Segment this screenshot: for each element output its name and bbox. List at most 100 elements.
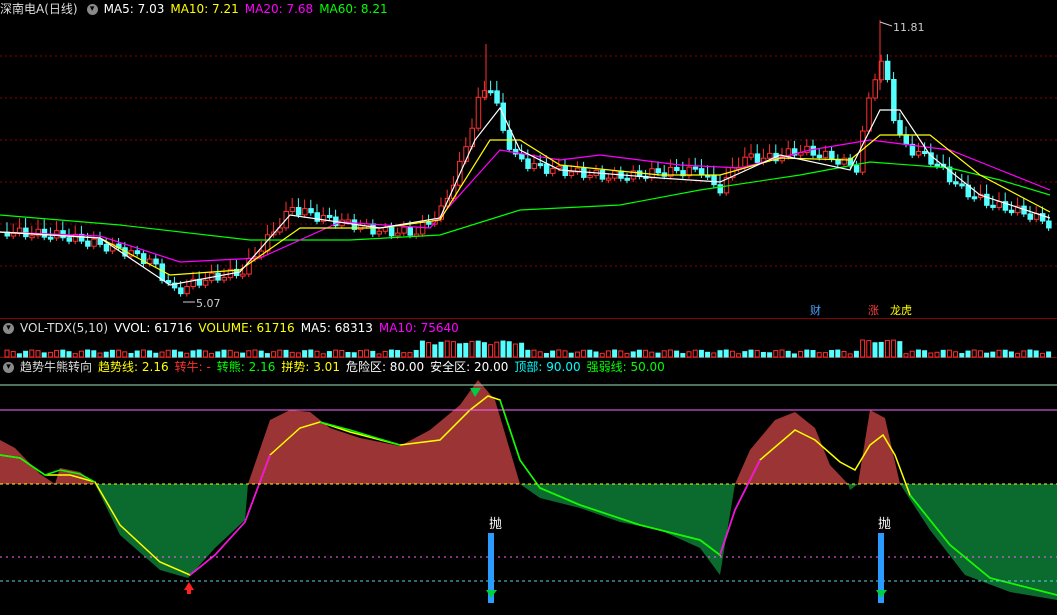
volume-bar	[866, 340, 872, 358]
volume-bar	[705, 351, 711, 358]
candlesticks	[4, 20, 1052, 297]
volume-bar	[872, 342, 878, 358]
volume-bar	[618, 350, 624, 358]
candle-body	[568, 171, 575, 176]
volume-bar	[928, 352, 934, 358]
candle-body	[376, 230, 382, 235]
volume-bar	[271, 351, 277, 358]
candle-body	[711, 175, 717, 186]
candle-body	[971, 196, 978, 200]
volume-bar	[692, 349, 698, 358]
volume-bar	[512, 343, 518, 358]
candle-body	[550, 168, 556, 174]
volume-bar	[736, 353, 742, 358]
volume-bar	[178, 351, 184, 358]
candle-body	[488, 90, 494, 94]
volume-bar	[97, 352, 103, 358]
volume-bar	[965, 350, 971, 358]
volume-bar	[16, 353, 22, 358]
candle-body	[674, 166, 680, 172]
volume-bar	[822, 352, 828, 358]
volume-bar	[649, 351, 655, 358]
volume-bar	[357, 350, 363, 358]
volume-bar	[4, 349, 10, 358]
candle-body	[326, 214, 333, 218]
volume-bar	[804, 349, 810, 358]
volume-bar	[878, 341, 884, 358]
volume-bar	[550, 350, 556, 358]
volume-bar	[748, 349, 754, 358]
volume-bar	[54, 349, 60, 358]
volume-bar	[884, 339, 890, 358]
down-arrow-icon	[876, 590, 887, 598]
candle-body	[543, 163, 550, 174]
candle-body	[1008, 209, 1015, 214]
volume-bar	[915, 349, 921, 358]
volume-bar	[134, 350, 140, 358]
candle-body	[302, 208, 308, 216]
volume-bar	[364, 349, 370, 358]
volume-bar	[940, 349, 946, 358]
candle-body	[748, 153, 754, 158]
candle-body	[915, 150, 922, 156]
volume-bar	[128, 352, 134, 358]
candle-body	[717, 184, 723, 194]
volume-bar	[184, 352, 190, 358]
volume-bar	[302, 350, 308, 358]
volume-bar	[605, 350, 611, 358]
candle-body	[767, 152, 773, 159]
volume-bar	[159, 351, 165, 358]
volume-bar	[326, 351, 332, 358]
volume-bar	[29, 349, 35, 358]
volume-bar	[686, 351, 692, 358]
volume-bar	[314, 350, 320, 358]
volume-bar	[407, 352, 413, 358]
volume-bar	[339, 349, 345, 358]
candle-body	[884, 60, 891, 81]
volume-bar	[264, 353, 270, 358]
volume-bar	[413, 349, 419, 358]
moving-averages	[0, 106, 1051, 286]
volume-bar	[258, 350, 264, 358]
volume-bar	[165, 349, 171, 358]
volume-bar	[810, 350, 816, 358]
candle-body	[221, 277, 227, 281]
volume-bar	[140, 349, 146, 358]
ma20-line	[0, 139, 1051, 263]
ma60-line	[0, 161, 1051, 241]
volume-bar	[41, 352, 47, 358]
candle-body	[816, 154, 823, 159]
candle-body	[829, 150, 835, 160]
volume-bar	[233, 351, 239, 358]
candle-body	[860, 130, 866, 173]
volume-bar	[209, 352, 215, 358]
volume-bar	[215, 351, 221, 358]
candle-body	[103, 243, 110, 252]
volume-bar	[500, 340, 506, 358]
trend-indicator	[0, 380, 1057, 600]
candle-body	[853, 165, 860, 173]
volume-bar	[816, 352, 822, 358]
volume-bar	[202, 350, 208, 358]
volume-bar	[612, 349, 618, 358]
candle-body	[872, 79, 878, 99]
volume-bar	[308, 349, 314, 358]
volume-bar	[506, 341, 512, 358]
candle-body	[500, 102, 506, 131]
volume-bar	[698, 349, 704, 358]
candle-body	[295, 207, 302, 216]
volume-bar	[432, 344, 438, 358]
candle-body	[599, 169, 606, 180]
down-arrow-icon	[486, 590, 497, 598]
volume-bar	[630, 351, 636, 358]
bull-area	[0, 380, 900, 484]
chart-canvas[interactable]	[0, 0, 1057, 615]
up-arrow-icon-stem	[187, 589, 191, 594]
volume-bar	[643, 349, 649, 358]
volume-bar	[72, 353, 78, 358]
volume-bar	[450, 341, 456, 358]
candle-body	[289, 207, 296, 212]
volume-bar	[934, 351, 940, 358]
candle-body	[922, 150, 928, 154]
volume-bar	[1046, 351, 1052, 358]
